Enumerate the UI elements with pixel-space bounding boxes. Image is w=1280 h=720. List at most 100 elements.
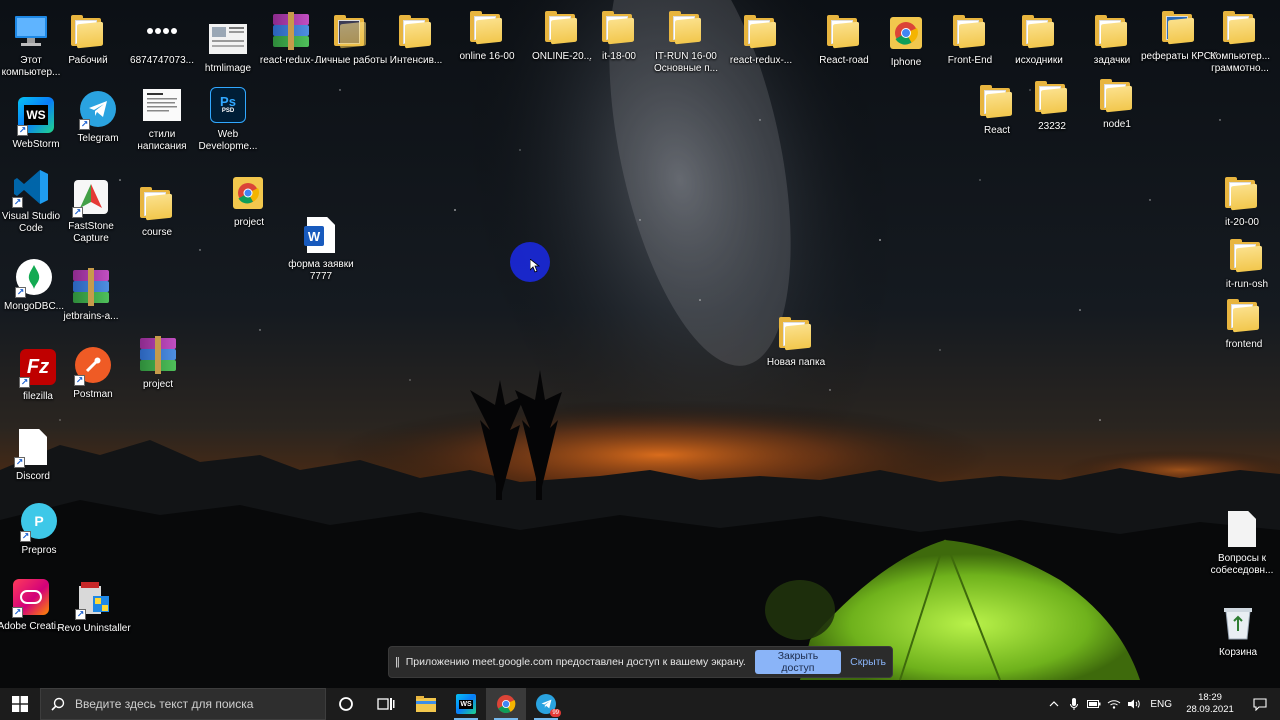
desktop-icon-forma[interactable]: W форма заявки 7777 xyxy=(283,214,359,283)
folder-icon xyxy=(740,10,782,52)
desktop-icon-label: Рабочий xyxy=(68,55,108,66)
webstorm-icon: WS xyxy=(456,694,476,714)
microphone-icon xyxy=(1070,698,1079,710)
folder-icon xyxy=(1091,10,1133,52)
cortana-circle-icon xyxy=(339,697,353,711)
desktop-icon-label: Discord xyxy=(16,471,50,482)
hide-bar-button[interactable]: Скрыть xyxy=(850,656,886,668)
desktop-icon-novaya[interactable]: Новая папка xyxy=(758,312,834,369)
start-button[interactable] xyxy=(0,688,40,720)
mouse-cursor-icon xyxy=(530,259,540,273)
folder-icon xyxy=(823,10,865,52)
desktop-icon-num-file[interactable]: 6874747073... xyxy=(124,10,200,67)
windows-logo-icon xyxy=(12,696,28,712)
folder-icon xyxy=(1031,76,1073,118)
folder-icon xyxy=(976,80,1018,122)
archive-icon xyxy=(70,266,112,308)
desktop-icon-revo[interactable]: ↗ Revo Uninstaller xyxy=(56,578,132,635)
volume-tray-button[interactable] xyxy=(1124,688,1144,720)
archive-icon xyxy=(137,334,179,376)
desktop-icon-prepros[interactable]: P ↗ Prepros xyxy=(1,500,77,557)
screen-share-message: Приложению meet.google.com предоставлен … xyxy=(405,656,746,668)
folder-icon xyxy=(775,312,817,354)
desktop-icon-intensiv[interactable]: Интенсив... xyxy=(378,10,454,67)
desktop-icon-voprosy[interactable]: Вопросы к собеседовн... xyxy=(1204,508,1280,577)
desktop-icon-jetbrains[interactable]: jetbrains-a... xyxy=(53,266,129,323)
action-center-button[interactable] xyxy=(1240,688,1280,720)
folder-icon xyxy=(1096,74,1138,116)
desktop-icon-rabochiy[interactable]: Рабочий xyxy=(50,10,126,67)
folder-icon xyxy=(466,6,508,48)
taskbar-clock[interactable]: 18:29 28.09.2021 xyxy=(1180,692,1240,716)
taskbar: WS 99 ENG 18:29 28.09.2021 xyxy=(0,688,1280,720)
wifi-tray-button[interactable] xyxy=(1104,688,1124,720)
shortcut-arrow-icon: ↗ xyxy=(74,375,85,386)
folder-icon xyxy=(136,182,178,224)
taskbar-app-webstorm[interactable]: WS xyxy=(446,688,486,720)
taskbar-search-box[interactable] xyxy=(40,688,326,720)
shortcut-arrow-icon: ↗ xyxy=(19,377,30,388)
desktop-icon-label: it-run-osh xyxy=(1225,279,1269,290)
desktop-icon-label: it-20-00 xyxy=(1225,217,1259,228)
desktop-icon-ishodniki[interactable]: исходники xyxy=(1001,10,1077,67)
desktop-icon-react-redux-folder[interactable]: react-redux-... xyxy=(723,10,799,67)
desktop-icon-faststone[interactable]: ↗ FastStone Capture xyxy=(53,176,129,245)
desktop-icon-korzina[interactable]: Корзина xyxy=(1200,602,1276,659)
desktop-icon-online1600[interactable]: online 16-00 xyxy=(449,6,525,63)
folder-icon xyxy=(665,6,707,48)
desktop-icon-it1800[interactable]: it-18-00 xyxy=(581,6,657,63)
desktop-icon-project-rar[interactable]: project xyxy=(120,334,196,391)
chrome-folder-icon xyxy=(885,12,927,54)
desktop-icon-it2000[interactable]: it-20-00 xyxy=(1204,172,1280,229)
desktop-icon-itrunosh[interactable]: it-run-osh xyxy=(1209,234,1280,291)
desktop-icon-course[interactable]: course xyxy=(119,182,195,239)
folder-icon xyxy=(1221,172,1263,214)
shortcut-arrow-icon: ↗ xyxy=(75,609,86,620)
stop-sharing-button[interactable]: Закрыть доступ xyxy=(754,650,842,674)
desktop-icon-webdev[interactable]: Ps PSD Web Developme... xyxy=(190,84,266,153)
taskbar-app-chrome[interactable] xyxy=(486,688,526,720)
task-view-button[interactable] xyxy=(366,688,406,720)
desktop-icon-front-end[interactable]: Front-End xyxy=(932,10,1008,67)
battery-icon xyxy=(1087,700,1101,708)
desktop-icon-frontend[interactable]: frontend xyxy=(1206,294,1280,351)
cortana-button[interactable] xyxy=(326,688,366,720)
shortcut-arrow-icon: ↗ xyxy=(12,197,23,208)
desktop-icon-label: project xyxy=(142,379,173,390)
shortcut-arrow-icon: ↗ xyxy=(20,531,31,542)
revo-uninstaller-icon: ↗ xyxy=(73,578,115,620)
desktop-icon-label: стили написания xyxy=(137,129,187,152)
desktop-icon-discord[interactable]: ↗ Discord xyxy=(0,426,71,483)
battery-tray-button[interactable] xyxy=(1084,688,1104,720)
desktop-icon-zadachki[interactable]: задачки xyxy=(1074,10,1150,67)
filezilla-icon: Fz ↗ xyxy=(17,346,59,388)
desktop-icon-itrun1600[interactable]: IT-RUN 16-00 Основные п... xyxy=(648,6,724,75)
desktop-icon-label: frontend xyxy=(1225,339,1263,350)
desktop-icon-kompyuter[interactable]: Компьютер... граммотно... xyxy=(1202,6,1278,75)
desktop-icon-stili[interactable]: стили написания xyxy=(124,84,200,153)
file-explorer-icon xyxy=(416,696,436,712)
folder-icon xyxy=(1018,10,1060,52)
desktop-icon-node1[interactable]: node1 xyxy=(1079,74,1155,131)
document-icon: ↗ xyxy=(12,426,54,468)
search-input[interactable] xyxy=(75,697,315,711)
desktop-icon-label: Корзина xyxy=(1218,647,1258,658)
search-icon xyxy=(51,697,65,711)
taskbar-app-telegram[interactable]: 99 xyxy=(526,688,566,720)
microphone-tray-button[interactable] xyxy=(1064,688,1084,720)
desktop-icon-label: IT-RUN 16-00 Основные п... xyxy=(654,51,718,74)
desktop-icon-label: react-redux-... xyxy=(729,55,793,66)
desktop-icon-label: 6874747073... xyxy=(130,55,194,66)
folder-icon xyxy=(1158,6,1200,48)
speaker-icon xyxy=(1128,699,1141,709)
show-hidden-icons-button[interactable] xyxy=(1044,688,1064,720)
input-language-indicator[interactable]: ENG xyxy=(1150,699,1172,710)
word-document-icon: W xyxy=(300,214,342,256)
folder-icon xyxy=(1223,294,1265,336)
desktop-icon-label: node1 xyxy=(1103,119,1131,130)
screen-share-notification-bar: || Приложению meet.google.com предоставл… xyxy=(388,646,893,678)
taskbar-app-explorer[interactable] xyxy=(406,688,446,720)
shortcut-arrow-icon: ↗ xyxy=(12,607,23,618)
pause-drag-handle-icon[interactable]: || xyxy=(395,656,400,668)
desktop-icon-project-chrome[interactable]: project xyxy=(211,172,287,229)
